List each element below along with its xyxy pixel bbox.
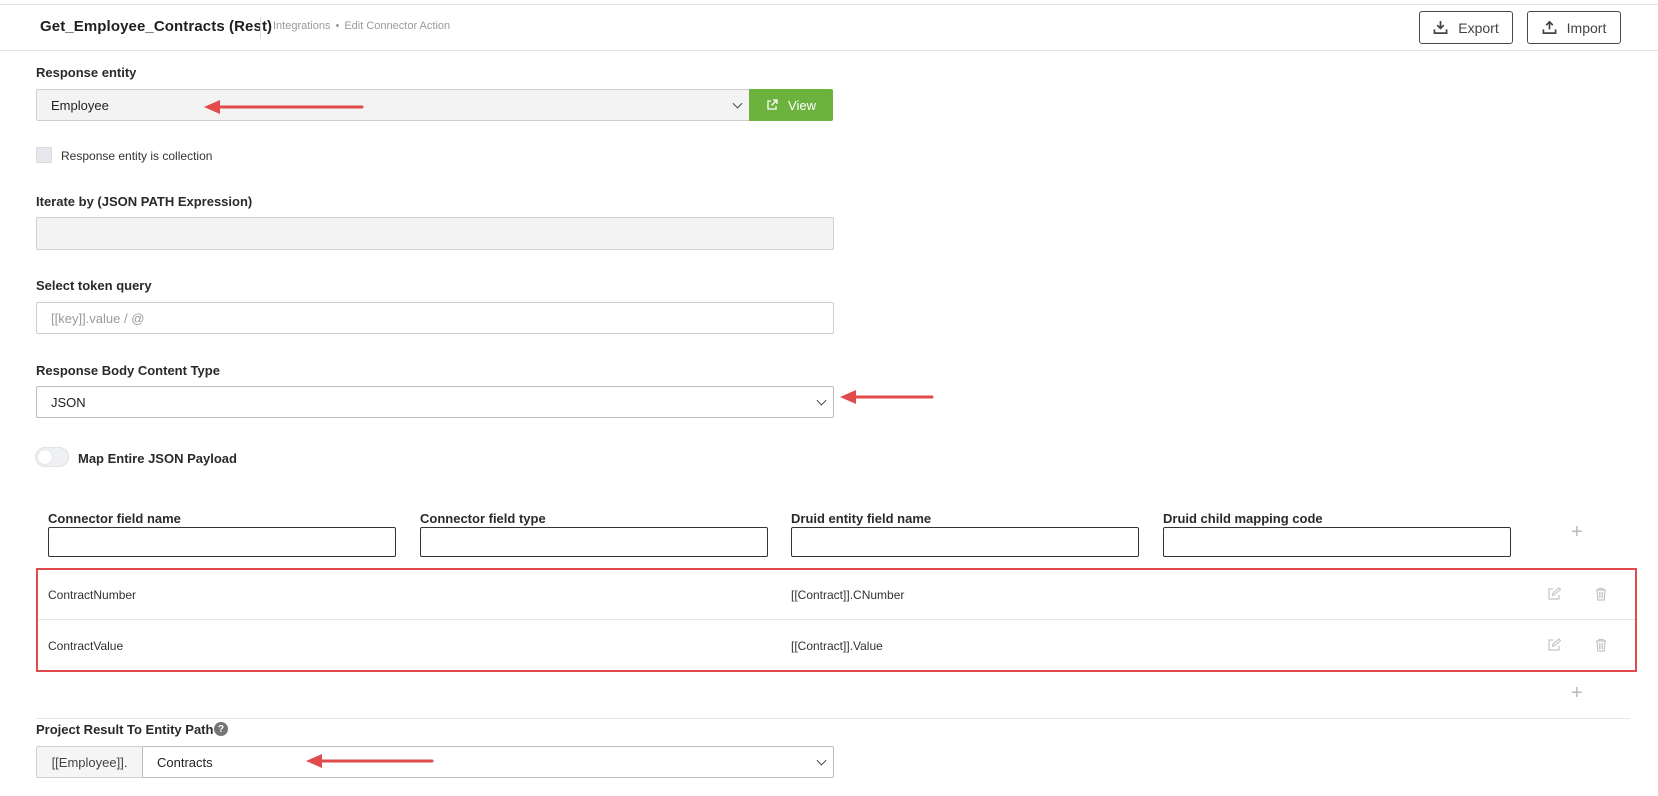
edit-icon[interactable] (1547, 587, 1561, 601)
map-payload-toggle[interactable] (35, 447, 69, 467)
column-header-connector-field-name: Connector field name (48, 511, 181, 526)
iterate-input (36, 217, 834, 250)
token-query-input[interactable] (36, 302, 834, 334)
collection-checkbox[interactable] (36, 147, 52, 163)
entity-path-select[interactable]: Contracts (142, 746, 834, 778)
new-connector-field-type-input[interactable] (420, 527, 768, 557)
entity-path-prefix: [[Employee]]. (36, 746, 143, 778)
chevron-down-icon (816, 395, 827, 406)
project-result-label: Project Result To Entity Path (36, 722, 214, 737)
upload-icon (1542, 20, 1557, 34)
view-entity-button[interactable]: View (749, 89, 833, 121)
response-entity-label: Response entity (36, 65, 137, 80)
import-label: Import (1566, 19, 1607, 36)
view-label: View (788, 97, 816, 113)
chevron-down-icon (732, 98, 743, 109)
trash-icon[interactable] (1594, 638, 1608, 652)
export-button[interactable]: Export (1419, 11, 1513, 44)
annotation-arrow-icon (204, 100, 364, 114)
new-connector-field-name-input[interactable] (48, 527, 396, 557)
external-link-icon (767, 99, 778, 110)
help-icon[interactable]: ? (214, 722, 228, 736)
new-druid-entity-field-name-input[interactable] (791, 527, 1139, 557)
annotation-arrow-icon (306, 754, 434, 768)
connector-field-name-cell: ContractNumber (48, 588, 137, 602)
table-row: ContractValue [[Contract]].Value (38, 621, 1635, 671)
edit-icon[interactable] (1547, 638, 1561, 652)
map-payload-label: Map Entire JSON Payload (78, 451, 237, 466)
column-header-connector-field-type: Connector field type (420, 511, 546, 526)
content-type-value: JSON (51, 394, 86, 410)
breadcrumb-item-integrations[interactable]: Integrations (273, 20, 330, 32)
breadcrumb: Integrations • Edit Connector Action (273, 20, 450, 32)
new-druid-child-mapping-code-input[interactable] (1163, 527, 1511, 557)
iterate-label: Iterate by (JSON PATH Expression) (36, 194, 253, 209)
entity-path-value: Contracts (157, 754, 213, 770)
chevron-down-icon (816, 755, 827, 766)
page-title: Get_Employee_Contracts (Rest) (40, 18, 273, 35)
breadcrumb-separator: • (335, 20, 340, 32)
annotation-arrow-icon (840, 390, 934, 404)
content-type-select[interactable]: JSON (36, 386, 834, 418)
response-entity-select[interactable]: Employee (36, 89, 750, 121)
title-divider (260, 17, 261, 39)
response-entity-value: Employee (51, 97, 109, 113)
druid-entity-field-name-cell: [[Contract]].Value (791, 639, 883, 653)
druid-entity-field-name-cell: [[Contract]].CNumber (791, 588, 905, 602)
column-header-druid-child-mapping-code: Druid child mapping code (1163, 511, 1323, 526)
plus-icon[interactable]: + (1571, 683, 1583, 703)
column-header-druid-entity-field-name: Druid entity field name (791, 511, 932, 526)
trash-icon[interactable] (1594, 587, 1608, 601)
page-header: Get_Employee_Contracts (Rest) Integratio… (0, 5, 1658, 51)
breadcrumb-item-edit-connector-action: Edit Connector Action (344, 20, 451, 32)
table-row: ContractNumber [[Contract]].CNumber (38, 570, 1635, 620)
section-divider (36, 718, 1630, 719)
collection-checkbox-label: Response entity is collection (61, 149, 213, 163)
content-type-label: Response Body Content Type (36, 363, 220, 378)
connector-field-name-cell: ContractValue (48, 639, 124, 653)
download-icon (1433, 20, 1448, 34)
import-button[interactable]: Import (1527, 11, 1621, 44)
plus-icon[interactable]: + (1571, 522, 1583, 542)
export-label: Export (1458, 19, 1499, 36)
token-query-label: Select token query (36, 278, 152, 293)
